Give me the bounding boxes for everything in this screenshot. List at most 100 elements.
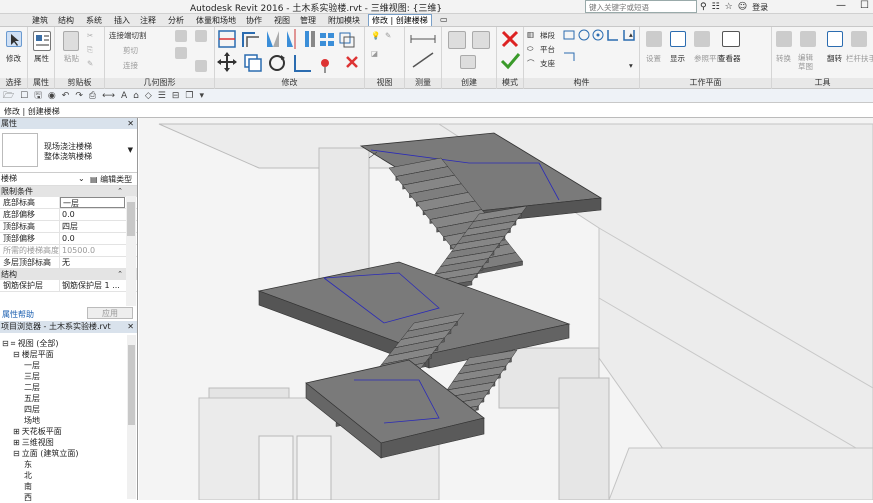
- property-value[interactable]: 10500.0: [60, 245, 125, 256]
- property-row[interactable]: 所需的楼梯高度 10500.0: [0, 245, 137, 257]
- create-assembly-icon[interactable]: [448, 31, 466, 49]
- dimension-icon[interactable]: [412, 52, 434, 68]
- flip-button[interactable]: 翻转: [827, 53, 842, 64]
- browser-scrollbar[interactable]: [127, 335, 136, 499]
- create-group-icon[interactable]: [460, 55, 476, 69]
- tab-2[interactable]: 结构: [58, 15, 74, 26]
- close-icon[interactable]: ✕: [127, 118, 134, 129]
- spiral-run-icon[interactable]: [578, 29, 590, 41]
- sketch-run-icon[interactable]: [564, 52, 575, 61]
- subscription-icon[interactable]: ☷: [712, 2, 720, 12]
- run-icon[interactable]: ▥: [527, 30, 534, 39]
- binoculars-icon[interactable]: ⚲: [700, 2, 707, 12]
- collapse-icon[interactable]: ⊟: [13, 449, 20, 458]
- save-icon[interactable]: 🖫: [34, 88, 42, 104]
- tab-12[interactable]: 修改 | 创建楼梯: [368, 14, 432, 26]
- ref-plane-icon[interactable]: [694, 31, 710, 47]
- 3d-view-icon[interactable]: ⌂: [133, 91, 139, 101]
- scroll-down-icon[interactable]: ▾: [629, 61, 633, 70]
- property-row[interactable]: 底部标高 一层: [0, 197, 137, 209]
- match-type-icon[interactable]: ✎: [87, 59, 93, 68]
- close-hidden-icon[interactable]: ⊟: [172, 91, 180, 101]
- minimize-icon[interactable]: —: [836, 0, 846, 11]
- edit-type-button[interactable]: ▤ 编辑类型: [90, 174, 132, 185]
- tab-10[interactable]: 管理: [300, 15, 316, 26]
- expand-icon[interactable]: ⊞: [13, 427, 20, 436]
- select-group-label[interactable]: 选择: [0, 78, 27, 88]
- edit-sketch-button[interactable]: 编辑草图: [798, 53, 820, 71]
- trim-icon[interactable]: [294, 55, 311, 72]
- tab-7[interactable]: 体量和场地: [196, 15, 236, 26]
- scroll-up-icon[interactable]: ▴: [629, 30, 633, 39]
- property-row[interactable]: 多层顶部标高无: [0, 257, 137, 269]
- set-button[interactable]: 设置: [646, 53, 661, 64]
- property-row[interactable]: 顶部偏移 0.0: [0, 233, 137, 245]
- property-value[interactable]: 四层: [60, 221, 125, 232]
- show-button[interactable]: 显示: [670, 53, 685, 64]
- support-button[interactable]: 支座: [540, 58, 555, 69]
- user-icon[interactable]: ☺: [738, 2, 747, 12]
- tree-node[interactable]: ⊞ 三维视图: [13, 437, 54, 448]
- tree-node[interactable]: 五层: [24, 393, 40, 404]
- array-icon[interactable]: [320, 33, 334, 46]
- tree-node[interactable]: 三层: [24, 371, 40, 382]
- close-icon[interactable]: ✕: [127, 321, 134, 333]
- redo-icon[interactable]: ↷: [75, 91, 83, 101]
- sync-icon[interactable]: ◉: [48, 91, 56, 101]
- convert-button[interactable]: 转换: [776, 53, 791, 64]
- new-icon[interactable]: ☐: [20, 91, 28, 101]
- tree-node[interactable]: 东: [24, 459, 32, 470]
- expand-icon[interactable]: ⊞: [13, 438, 20, 447]
- align-icon[interactable]: [218, 30, 236, 48]
- switch-windows-icon[interactable]: ❐: [185, 91, 193, 101]
- bulb-icon[interactable]: 💡: [371, 31, 380, 40]
- tag-icon[interactable]: A: [121, 91, 127, 101]
- convert-icon[interactable]: [776, 31, 792, 47]
- paste-icon[interactable]: [63, 31, 79, 51]
- maximize-icon[interactable]: ☐: [860, 0, 869, 11]
- instance-filter[interactable]: 楼梯 ⌄ ▤ 编辑类型: [0, 173, 137, 186]
- paste-button[interactable]: 粘贴: [64, 53, 79, 64]
- undo-icon[interactable]: ↶: [62, 91, 70, 101]
- tree-node[interactable]: 场地: [24, 415, 40, 426]
- search-input[interactable]: 键入关键字或短语: [585, 0, 697, 13]
- property-row[interactable]: 底部偏移 0.0: [0, 209, 137, 221]
- thin-lines-icon[interactable]: ☰: [158, 91, 166, 101]
- modify-button[interactable]: 修改: [6, 53, 21, 64]
- tree-node[interactable]: ⊟ 楼层平面: [13, 349, 54, 360]
- modify-cursor-icon[interactable]: [6, 31, 22, 47]
- tree-node[interactable]: 西: [24, 492, 32, 503]
- property-value[interactable]: 一层: [60, 197, 125, 208]
- tree-node[interactable]: ⊟ 立面 (建筑立面): [13, 448, 79, 459]
- railing-button[interactable]: 栏杆扶手: [846, 53, 873, 64]
- section-constraints[interactable]: 限制条件 ⌃: [0, 186, 137, 197]
- landing-button[interactable]: 平台: [540, 44, 555, 55]
- tab-8[interactable]: 协作: [246, 15, 262, 26]
- tree-node[interactable]: 北: [24, 470, 32, 481]
- property-value[interactable]: 0.0: [60, 209, 125, 220]
- straight-run-icon[interactable]: [563, 30, 575, 40]
- edit-sketch-icon[interactable]: [800, 31, 816, 47]
- property-row[interactable]: 顶部标高 四层: [0, 221, 137, 233]
- tree-node[interactable]: 一层: [24, 360, 40, 371]
- tab-5[interactable]: 注释: [140, 15, 156, 26]
- offset-icon[interactable]: [242, 32, 259, 47]
- tab-11[interactable]: 附加模块: [328, 15, 360, 26]
- join-cut-button[interactable]: 连接端切割: [109, 30, 147, 41]
- type-selector[interactable]: 现场浇注楼梯 整体浇筑楼梯 ▼: [0, 129, 137, 173]
- set-workplane-icon[interactable]: [646, 31, 662, 47]
- run-button[interactable]: 梯段: [540, 30, 555, 41]
- show-workplane-icon[interactable]: [670, 31, 686, 47]
- qat-dropdown-icon[interactable]: ▾: [200, 91, 205, 101]
- demolish-icon[interactable]: [195, 60, 207, 72]
- tab-9[interactable]: 视图: [274, 15, 290, 26]
- tree-node[interactable]: 二层: [24, 382, 40, 393]
- tab-6[interactable]: 分析: [168, 15, 184, 26]
- collapse-icon[interactable]: ⊟: [13, 350, 20, 359]
- chevron-down-icon[interactable]: ⌄: [78, 174, 85, 183]
- scale-icon[interactable]: [339, 32, 355, 48]
- flip-icon[interactable]: [827, 31, 843, 47]
- print-icon[interactable]: ⎙: [89, 91, 96, 101]
- collapse-icon[interactable]: ⊟: [2, 339, 9, 348]
- tab-overflow-icon[interactable]: ▭: [440, 15, 448, 24]
